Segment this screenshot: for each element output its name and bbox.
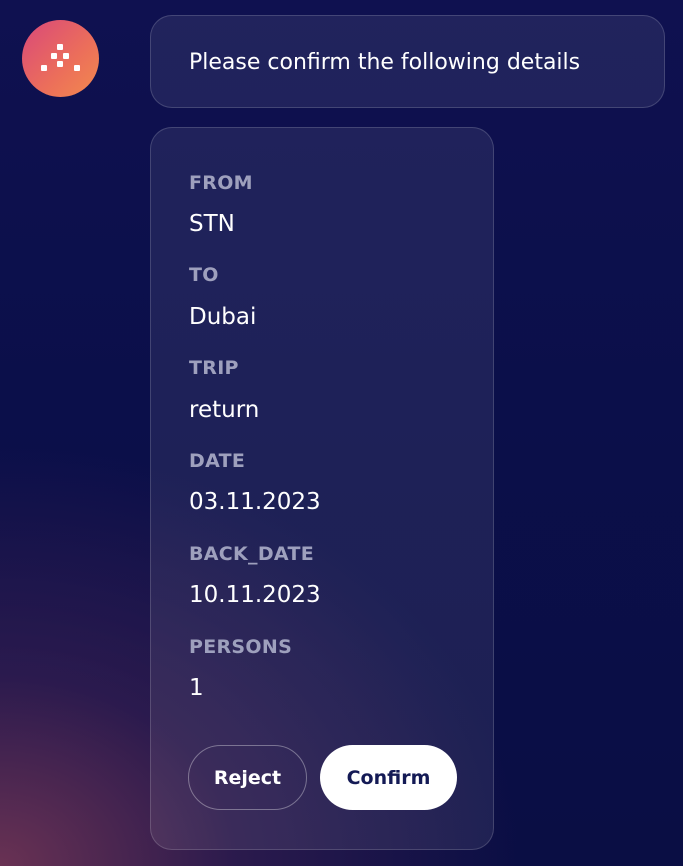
back-date-label: BACK_DATE bbox=[189, 543, 314, 565]
back-date-value: 10.11.2023 bbox=[189, 582, 321, 608]
assistant-message-bubble: Please confirm the following details bbox=[150, 15, 665, 108]
trip-value: return bbox=[189, 397, 260, 423]
dots-logo-icon bbox=[41, 44, 80, 71]
confirm-button[interactable]: Confirm bbox=[320, 745, 457, 810]
confirm-button-label: Confirm bbox=[346, 766, 431, 789]
persons-value: 1 bbox=[189, 675, 204, 701]
reject-button-label: Reject bbox=[213, 766, 282, 789]
message-text: Please confirm the following details bbox=[189, 50, 581, 75]
assistant-avatar bbox=[22, 20, 99, 97]
persons-label: PERSONS bbox=[189, 636, 293, 658]
date-value: 03.11.2023 bbox=[189, 489, 321, 515]
to-value: Dubai bbox=[189, 304, 257, 330]
date-label: DATE bbox=[189, 450, 246, 472]
from-value: STN bbox=[189, 211, 235, 237]
reject-button[interactable]: Reject bbox=[188, 745, 307, 810]
confirmation-card: FROM STN TO Dubai TRIP return DATE 03.11… bbox=[150, 127, 494, 850]
trip-label: TRIP bbox=[189, 357, 239, 379]
to-label: TO bbox=[189, 264, 219, 286]
from-label: FROM bbox=[189, 172, 253, 194]
